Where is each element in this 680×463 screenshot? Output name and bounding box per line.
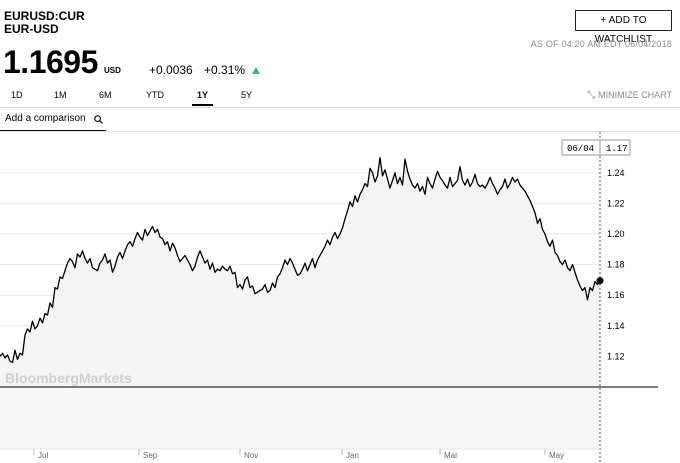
range-tab-5y[interactable]: 5Y [241, 89, 252, 104]
minimize-icon: ⤡ [587, 90, 596, 101]
y-tick-label: 1.20 [607, 229, 625, 239]
x-tick-label: Sep [143, 451, 158, 460]
y-tick-label: 1.16 [607, 290, 625, 300]
watermark-logo: BloombergMarkets [5, 370, 132, 386]
price-change-percent: +0.31% [204, 63, 246, 77]
y-tick-label: 1.12 [607, 351, 625, 361]
add-to-watchlist-button[interactable]: + ADD TO WATCHLIST [575, 10, 672, 45]
range-tab-6m[interactable]: 6M [99, 89, 112, 104]
range-tab-1y[interactable]: 1Y [192, 89, 214, 106]
price-area [0, 157, 600, 387]
x-tick-label: Mar [444, 451, 458, 460]
minimize-chart-button[interactable]: ⤡ MINIMIZE CHART [587, 90, 672, 101]
y-tick-label: 1.22 [607, 198, 625, 208]
comparison-input[interactable] [5, 113, 87, 124]
x-tick-label: Nov [244, 451, 258, 460]
range-tab-1m[interactable]: 1M [54, 89, 67, 104]
x-tick-label: May [549, 451, 564, 460]
price-change: +0.0036 [149, 63, 193, 77]
y-tick-label: 1.24 [607, 168, 625, 178]
last-date-label: 06/04 [567, 144, 594, 154]
x-tick-label: Jan [346, 451, 359, 460]
range-tab-ytd[interactable]: YTD [146, 89, 164, 104]
as-of-timestamp: AS OF 04:20 AM EDT 06/04/2018 [530, 39, 672, 49]
y-tick-label: 1.18 [607, 260, 625, 270]
range-tab-1d[interactable]: 1D [11, 89, 23, 104]
volume-pane [0, 387, 600, 449]
comparison-search[interactable] [0, 108, 106, 132]
currency-pair: EUR-USD [4, 22, 59, 36]
up-arrow-icon [252, 67, 260, 74]
price-currency: USD [104, 66, 121, 75]
last-value-label: 1.17 [606, 144, 628, 154]
minimize-label: MINIMIZE CHART [598, 90, 672, 100]
last-price: 1.1695 [3, 44, 98, 80]
search-icon[interactable] [94, 115, 103, 124]
x-tick-label: Jul [38, 451, 48, 460]
y-tick-label: 1.14 [607, 321, 625, 331]
last-price-marker [596, 277, 604, 285]
price-chart: 1.12 1.14 1.16 1.18 1.20 1.22 1.24 06/04 1.17 Blo… [0, 132, 658, 463]
